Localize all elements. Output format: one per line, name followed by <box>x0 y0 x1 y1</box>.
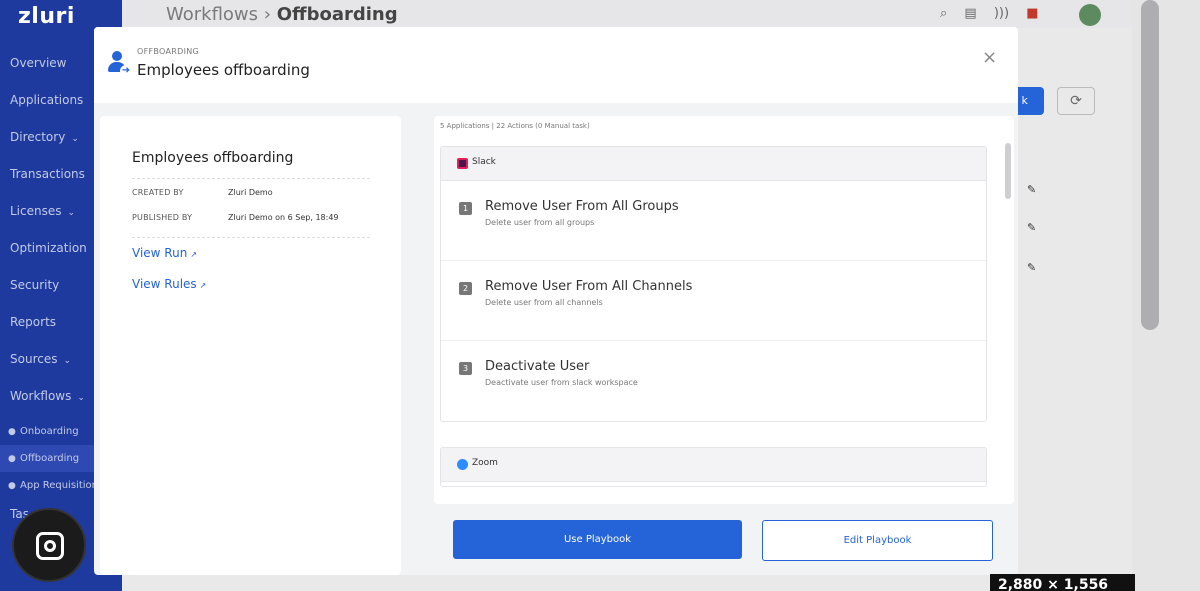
chevron-down-icon: ⌄ <box>67 208 76 218</box>
action-description: Delete user from all groups <box>485 218 595 227</box>
divider <box>132 178 370 179</box>
background-primary-button[interactable]: k <box>1018 87 1044 115</box>
step-number: 1 <box>459 202 472 215</box>
step-number: 2 <box>459 282 472 295</box>
published-by-label: PUBLISHED BY <box>132 213 193 222</box>
search-icon[interactable]: ⌕ <box>940 6 947 21</box>
app-header[interactable]: Zoom <box>441 448 986 482</box>
action-description: Deactivate user from slack workspace <box>485 378 638 387</box>
app-block-slack: Slack 1 Remove User From All Groups Dele… <box>440 146 987 422</box>
zluri-logo[interactable]: zluri <box>18 4 75 29</box>
created-by-label: CREATED BY <box>132 188 184 197</box>
playbook-summary: 5 Applications | 22 Actions (0 Manual ta… <box>440 122 590 130</box>
modal-header: ➜ OFFBOARDING Employees offboarding × <box>94 27 1018 103</box>
chevron-down-icon: ⌄ <box>77 393 85 403</box>
actions-panel: Slack 1 Remove User From All Groups Dele… <box>434 116 1014 504</box>
panel-scrollbar[interactable] <box>1005 143 1011 199</box>
app-block-zoom: Zoom <box>440 447 987 487</box>
image-dimensions-label: 2,880 × 1,556 <box>990 574 1135 591</box>
notification-icon[interactable]: ■ <box>1026 6 1038 21</box>
view-rules-link[interactable]: View Rules ↗ <box>132 277 206 291</box>
action-description: Delete user from all channels <box>485 298 603 307</box>
edit-playbook-button[interactable]: Edit Playbook <box>762 520 993 561</box>
action-title: Deactivate User <box>485 359 590 374</box>
user-icon: ● <box>8 427 16 437</box>
modal-title: Employees offboarding <box>137 61 310 79</box>
clipboard-icon[interactable]: ▤ <box>964 6 976 21</box>
app-name: Zoom <box>472 458 498 468</box>
edit-icon[interactable]: ✎ <box>1027 221 1036 234</box>
app-header[interactable]: Slack <box>441 147 986 181</box>
refresh-icon[interactable]: ⟳ <box>1057 87 1095 115</box>
user-icon: ● <box>8 454 16 464</box>
use-playbook-button[interactable]: Use Playbook <box>453 520 742 559</box>
published-by-value: Zluri Demo on 6 Sep, 18:49 <box>228 213 339 222</box>
feed-icon[interactable]: ))) <box>994 6 1009 21</box>
topbar: Workflows › Offboarding ⌕ ▤ ))) ■ <box>122 0 1132 28</box>
edit-icon[interactable]: ✎ <box>1027 183 1036 196</box>
lens-icon[interactable] <box>12 508 86 582</box>
close-icon[interactable]: × <box>982 47 997 68</box>
chevron-down-icon: ⌄ <box>71 134 79 144</box>
external-link-icon: ↗ <box>190 250 198 259</box>
action-title: Remove User From All Channels <box>485 279 693 294</box>
topbar-icons: ⌕ ▤ ))) ■ <box>940 6 1052 21</box>
divider <box>132 237 370 238</box>
action-item[interactable]: 2 Remove User From All Channels Delete u… <box>441 261 986 341</box>
breadcrumb-separator: › <box>263 4 271 25</box>
external-link-icon: ↗ <box>199 281 207 290</box>
modal-kicker: OFFBOARDING <box>137 47 200 56</box>
playbook-modal: ➜ OFFBOARDING Employees offboarding × Em… <box>94 27 1018 575</box>
chevron-down-icon: ⌄ <box>63 356 72 366</box>
slack-icon <box>457 158 468 169</box>
breadcrumb: Workflows › Offboarding <box>166 4 398 25</box>
edit-icon[interactable]: ✎ <box>1027 261 1036 274</box>
action-item[interactable]: 3 Deactivate User Deactivate user from s… <box>441 341 986 421</box>
zoom-icon <box>457 459 468 470</box>
user-icon: ● <box>8 481 16 491</box>
breadcrumb-current: Offboarding <box>276 4 398 25</box>
action-title: Remove User From All Groups <box>485 199 679 214</box>
playbook-title: Employees offboarding <box>132 150 294 166</box>
created-by-value: Zluri Demo <box>228 188 273 197</box>
app-name: Slack <box>472 157 496 167</box>
step-number: 3 <box>459 362 472 375</box>
avatar[interactable] <box>1079 4 1101 26</box>
breadcrumb-parent[interactable]: Workflows <box>166 4 258 25</box>
action-item[interactable]: 1 Remove User From All Groups Delete use… <box>441 181 986 261</box>
page-scrollbar[interactable] <box>1141 0 1159 330</box>
playbook-details-card: Employees offboarding CREATED BY Zluri D… <box>100 116 401 575</box>
view-run-link[interactable]: View Run ↗ <box>132 246 197 260</box>
user-offboard-icon: ➜ <box>108 51 132 77</box>
